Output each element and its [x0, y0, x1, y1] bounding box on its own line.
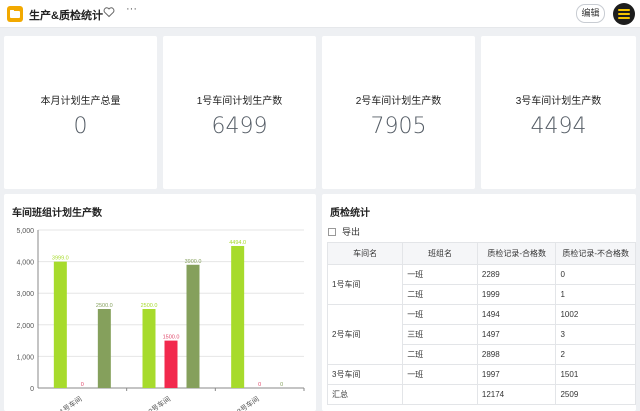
bar — [53, 261, 67, 388]
fail-cell: 2 — [555, 344, 636, 365]
data-label: 3999.0 — [52, 256, 69, 262]
kpi-value: 4494 — [530, 114, 587, 139]
team-cell: 三班 — [402, 324, 478, 345]
kpi-label: 本月计划生产总量 — [40, 96, 121, 107]
chart-panel: 车间班组计划生产数 0 1,000 2,000 3,000 4,000 5,000 3999… — [4, 194, 316, 411]
team-cell: 一班 — [402, 264, 478, 285]
total-fail-cell: 2509 — [555, 384, 636, 405]
kpi-card-workshop-1: 1号车间计划生产数 6499 — [163, 36, 316, 189]
kpi-value: 7905 — [370, 114, 427, 139]
team-cell: 一班 — [402, 364, 478, 385]
y-tick-label: 3,000 — [16, 291, 34, 298]
fail-cell: 0 — [555, 264, 636, 285]
table-header-row: 车间名 班组名 质检记录-合格数 质检记录-不合格数 — [326, 242, 636, 265]
workshop-cell: 3号车间 — [326, 364, 404, 385]
qc-panel: 质检统计 导出 车间名 班组名 质检记录-合格数 质检记录-不合格数 1号车间 … — [322, 194, 636, 411]
edit-button[interactable]: 编辑 — [576, 4, 605, 23]
column-header-fail[interactable]: 质检记录-不合格数 — [555, 242, 636, 265]
table-total-row: 汇总 12174 2509 — [326, 384, 636, 405]
bar — [186, 264, 200, 388]
kpi-label: 1号车间计划生产数 — [196, 96, 283, 107]
column-header-workshop[interactable]: 车间名 — [326, 242, 404, 265]
data-label: 0 — [258, 382, 261, 388]
kpi-value: 0 — [73, 114, 88, 139]
pass-cell: 1494 — [476, 304, 557, 325]
kpi-label: 3号车间计划生产数 — [515, 96, 602, 107]
page-title: 生产&质检统计 — [29, 10, 103, 22]
kpi-label: 2号车间计划生产数 — [355, 96, 442, 107]
x-tick-label: 3号车间 — [235, 394, 261, 411]
avatar[interactable] — [613, 3, 635, 25]
kpi-card-total: 本月计划生产总量 0 — [4, 36, 157, 189]
fail-cell: 1 — [555, 284, 636, 305]
export-button[interactable]: 导出 — [328, 225, 360, 238]
y-tick-label: 5,000 — [16, 228, 34, 235]
data-label: 2500.0 — [96, 303, 113, 309]
qc-panel-title: 质检统计 — [330, 208, 370, 219]
favorite-heart-icon[interactable] — [103, 6, 115, 18]
column-header-pass[interactable]: 质检记录-合格数 — [476, 242, 557, 265]
data-label: 2500.0 — [141, 303, 158, 309]
bar — [231, 245, 245, 388]
table-row: 3号车间 一班 1997 1501 — [326, 364, 636, 385]
workshop-cell: 2号车间 — [326, 304, 404, 365]
fail-cell: 1501 — [555, 364, 636, 385]
table-row: 1号车间 一班 2289 0 — [326, 264, 636, 305]
pass-cell: 2898 — [476, 344, 557, 365]
pass-cell: 2289 — [476, 264, 557, 285]
total-empty-cell — [402, 384, 478, 405]
fail-cell: 1002 — [555, 304, 636, 325]
data-label: 3900.0 — [185, 259, 202, 265]
bar — [164, 340, 178, 388]
export-icon — [328, 228, 336, 236]
bar — [97, 309, 111, 388]
bar-chart: 0 1,000 2,000 3,000 4,000 5,000 3999.0 0 2500.0 1… — [16, 228, 305, 411]
bar — [142, 309, 156, 388]
team-cell: 一班 — [402, 304, 478, 325]
kpi-value: 6499 — [211, 114, 268, 139]
qc-table: 车间名 班组名 质检记录-合格数 质检记录-不合格数 1号车间 一班 2289 … — [326, 242, 636, 405]
total-label-cell: 汇总 — [326, 384, 404, 405]
data-label: 4494.0 — [229, 240, 246, 246]
y-tick-label: 2,000 — [16, 323, 34, 330]
total-pass-cell: 12174 — [476, 384, 557, 405]
x-tick-label: 2号车间 — [147, 394, 173, 411]
data-label: 0 — [81, 382, 84, 388]
table-row: 2号车间 一班 1494 1002 — [326, 304, 636, 365]
team-cell: 二班 — [402, 284, 478, 305]
top-bar: 生产&质检统计 ··· 编辑 — [0, 0, 640, 28]
kpi-card-workshop-3: 3号车间计划生产数 4494 — [481, 36, 636, 189]
team-cell: 二班 — [402, 344, 478, 365]
data-label: 0 — [280, 382, 283, 388]
y-tick-label: 1,000 — [16, 354, 34, 361]
y-tick-label: 4,000 — [16, 260, 34, 267]
kpi-card-workshop-2: 2号车间计划生产数 7905 — [322, 36, 475, 189]
pass-cell: 1999 — [476, 284, 557, 305]
fail-cell: 3 — [555, 324, 636, 345]
pass-cell: 1997 — [476, 364, 557, 385]
workshop-cell: 1号车间 — [326, 264, 404, 305]
export-label: 导出 — [342, 227, 361, 237]
x-tick-label: 1号车间 — [58, 394, 84, 411]
column-header-team[interactable]: 班组名 — [402, 242, 478, 265]
pass-cell: 1497 — [476, 324, 557, 345]
y-tick-label: 0 — [30, 386, 34, 393]
folder-icon — [7, 6, 23, 22]
data-label: 1500.0 — [163, 335, 180, 341]
more-menu-icon[interactable]: ··· — [126, 3, 137, 15]
